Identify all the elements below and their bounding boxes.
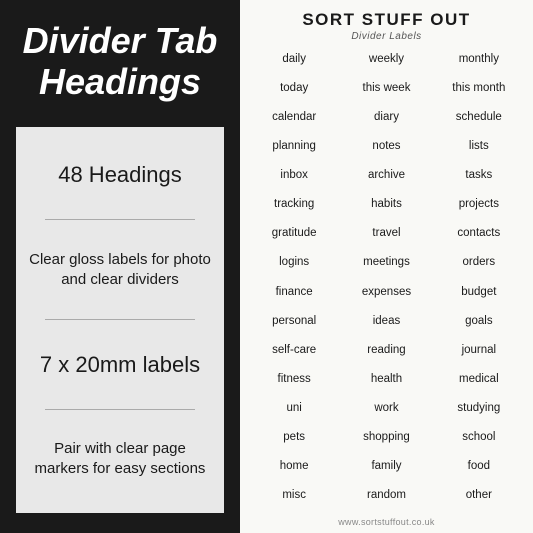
- label-cell: misc: [248, 484, 340, 513]
- label-cell: notes: [340, 135, 432, 164]
- label-cell: today: [248, 77, 340, 106]
- label-cell: calendar: [248, 106, 340, 135]
- label-cell: schedule: [433, 106, 525, 135]
- label-cell: health: [340, 368, 432, 397]
- label-cell: self-care: [248, 339, 340, 368]
- label-cell: projects: [433, 193, 525, 222]
- main-title: Divider Tab Headings: [16, 20, 224, 103]
- label-cell: contacts: [433, 222, 525, 251]
- info-labels-desc: Clear gloss labels for photo and clear d…: [26, 244, 214, 297]
- label-cell: ideas: [340, 310, 432, 339]
- card-subtitle: Divider Labels: [351, 31, 421, 42]
- info-headings-count: 48 Headings: [58, 154, 182, 196]
- label-cell: reading: [340, 339, 432, 368]
- labels-grid: dailyweeklymonthly todaythis weekthis mon…: [248, 48, 525, 513]
- label-cell: uni: [248, 397, 340, 426]
- label-cell: inbox: [248, 164, 340, 193]
- label-cell: monthly: [433, 48, 525, 77]
- label-cell: planning: [248, 135, 340, 164]
- label-cell: meetings: [340, 251, 432, 280]
- label-cell: tracking: [248, 193, 340, 222]
- divider-1: [45, 219, 195, 220]
- label-cell: gratitude: [248, 222, 340, 251]
- label-cell: shopping: [340, 426, 432, 455]
- label-cell: weekly: [340, 48, 432, 77]
- label-cell: pets: [248, 426, 340, 455]
- label-cell: this week: [340, 77, 432, 106]
- card-brand: Sort Stuff Out: [302, 10, 470, 30]
- label-cell: goals: [433, 310, 525, 339]
- label-cell: diary: [340, 106, 432, 135]
- label-cell: work: [340, 397, 432, 426]
- label-cell: school: [433, 426, 525, 455]
- label-cell: logins: [248, 251, 340, 280]
- divider-2: [45, 319, 195, 320]
- label-cell: budget: [433, 281, 525, 310]
- label-cell: family: [340, 455, 432, 484]
- label-cell: other: [433, 484, 525, 513]
- right-panel: Sort Stuff Out Divider Labels dailyweekl…: [240, 0, 533, 533]
- label-cell: this month: [433, 77, 525, 106]
- label-cell: orders: [433, 251, 525, 280]
- label-cell: travel: [340, 222, 432, 251]
- label-cell: tasks: [433, 164, 525, 193]
- label-cell: expenses: [340, 281, 432, 310]
- label-cell: fitness: [248, 368, 340, 397]
- label-cell: studying: [433, 397, 525, 426]
- divider-3: [45, 409, 195, 410]
- label-cell: lists: [433, 135, 525, 164]
- label-cell: home: [248, 455, 340, 484]
- info-pair: Pair with clear page markers for easy se…: [26, 433, 214, 486]
- info-size: 7 x 20mm labels: [40, 344, 200, 386]
- label-cell: archive: [340, 164, 432, 193]
- label-cell: personal: [248, 310, 340, 339]
- left-panel: Divider Tab Headings 48 Headings Clear g…: [0, 0, 240, 533]
- label-cell: daily: [248, 48, 340, 77]
- label-cell: finance: [248, 281, 340, 310]
- label-cell: medical: [433, 368, 525, 397]
- label-cell: random: [340, 484, 432, 513]
- label-cell: journal: [433, 339, 525, 368]
- label-cell: habits: [340, 193, 432, 222]
- label-cell: food: [433, 455, 525, 484]
- card-footer: www.sortstuffout.co.uk: [338, 517, 434, 527]
- left-info: 48 Headings Clear gloss labels for photo…: [16, 127, 224, 513]
